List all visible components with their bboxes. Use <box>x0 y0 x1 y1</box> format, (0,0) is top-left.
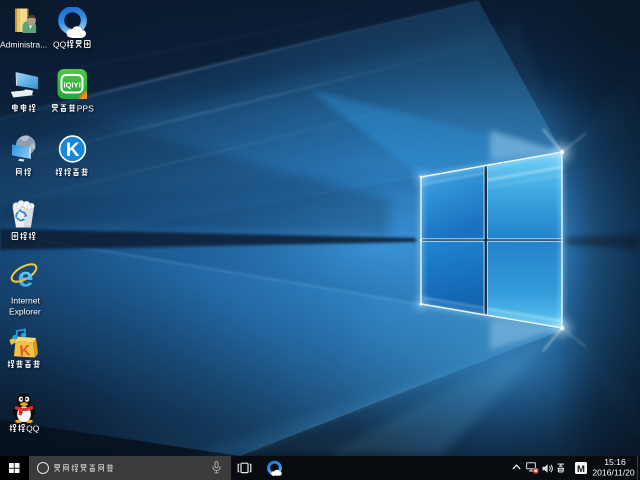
svg-text:Explorer: Explorer <box>9 307 41 317</box>
svg-text:Administra...: Administra... <box>0 39 47 49</box>
svg-text:2016/11/20: 2016/11/20 <box>592 467 635 477</box>
svg-text:QQ: QQ <box>26 423 40 433</box>
svg-text:M: M <box>577 464 585 474</box>
svg-text:iQIYI: iQIYI <box>64 81 81 90</box>
svg-text:Internet: Internet <box>11 295 40 305</box>
svg-text:e: e <box>18 262 34 293</box>
svg-text:K: K <box>66 140 80 161</box>
svg-text:K: K <box>19 342 31 359</box>
svg-text:PPS: PPS <box>76 103 93 113</box>
svg-text:QQ: QQ <box>53 39 67 49</box>
svg-text:15:16: 15:16 <box>604 457 626 467</box>
